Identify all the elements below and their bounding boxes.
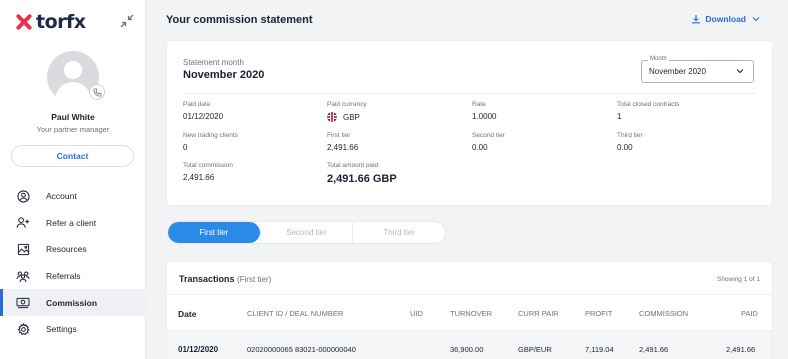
field-value: 01/12/2020: [183, 112, 224, 121]
sidebar-item-account[interactable]: Account: [0, 183, 146, 210]
transactions-count: Showing 1 of 1: [716, 276, 760, 283]
statement-month-label: Statement month: [183, 58, 244, 67]
manager-role: Your partner manager: [36, 125, 110, 134]
main-content: Your commission statement Download State…: [147, 0, 788, 359]
field-value: 0.00: [472, 143, 488, 152]
column-header-uid[interactable]: UID: [410, 309, 423, 318]
divider: [183, 93, 756, 94]
field-value: 2,491.66: [183, 173, 215, 182]
download-icon: [692, 15, 701, 24]
torfx-logo[interactable]: torfx: [15, 11, 86, 33]
sidebar: torfx Paul White Your partner manager Co…: [0, 0, 146, 359]
sidebar-item-resources[interactable]: Resources: [0, 236, 146, 263]
field-label: Rate: [472, 101, 486, 108]
month-select-value: November 2020: [649, 67, 706, 76]
cell-commission: 2,491.66: [639, 345, 669, 354]
field-label: New trading clients: [183, 132, 238, 139]
logo-x-icon: [15, 13, 33, 31]
sidebar-item-settings[interactable]: Settings: [0, 316, 146, 343]
field-value: 0: [183, 143, 188, 152]
phone-icon[interactable]: [89, 84, 105, 100]
field-value: 0.00: [617, 143, 633, 152]
field-value: 2,491.66: [327, 143, 359, 152]
paid-currency-field: Paid currency GBP: [327, 101, 367, 122]
field-label: First tier: [327, 132, 351, 139]
sidebar-item-refer-a-client[interactable]: Refer a client: [0, 210, 146, 237]
page-title: Your commission statement: [166, 14, 313, 26]
download-label: Download: [705, 14, 746, 24]
tab-third-tier[interactable]: Third tier: [352, 222, 445, 243]
month-select-legend: Month: [648, 56, 669, 62]
column-header-date[interactable]: Date: [178, 309, 196, 319]
closed-contracts-field: Total closed contracts 1: [617, 101, 680, 121]
sidebar-item-label: Referrals: [46, 271, 81, 282]
column-header-curr-pair[interactable]: CURR PAIR: [518, 309, 559, 318]
cell-client-id: 02020000065 83021-000000040: [247, 345, 356, 354]
cell-turnover: 36,900.00: [450, 345, 484, 354]
field-label: Third tier: [617, 132, 643, 139]
cell-paid: 2,491.66: [726, 345, 756, 354]
field-label: Paid date: [183, 101, 211, 108]
total-paid-field: Total amount paid 2,491.66 GBP: [327, 162, 397, 185]
cell-profit: 7,119.04: [585, 345, 614, 354]
tab-first-tier[interactable]: First tier: [168, 222, 260, 243]
user-icon: [16, 189, 30, 203]
transactions-subtitle: (First tier): [237, 275, 272, 284]
statement-card: Statement month November 2020 Month Nove…: [167, 41, 772, 205]
third-tier-field: Third tier 0.00: [617, 132, 643, 152]
chevron-down-icon: [736, 69, 744, 74]
column-header-commission[interactable]: COMMISSION: [639, 309, 688, 318]
logo-text: torfx: [36, 11, 86, 33]
field-label: Total commission: [183, 162, 233, 169]
first-tier-field: First tier 2,491.66: [327, 132, 358, 152]
cell-date: 01/12/2020: [178, 345, 219, 354]
column-header-turnover[interactable]: TURNOVER: [450, 309, 492, 318]
field-value: 1.0000: [472, 112, 497, 121]
sidebar-item-label: Commission: [46, 297, 98, 308]
field-label: Second tier: [472, 132, 505, 139]
paid-date-field: Paid date 01/12/2020: [183, 101, 223, 121]
image-icon: [16, 242, 30, 256]
add-user-icon: [16, 216, 30, 230]
field-label: Total closed contracts: [617, 101, 680, 108]
month-select[interactable]: Month November 2020: [641, 56, 754, 83]
field-value: 1: [617, 112, 622, 121]
rate-field: Rate 1.0000: [472, 101, 496, 121]
field-label: Paid currency: [327, 101, 367, 108]
contact-button[interactable]: Contact: [11, 145, 134, 167]
sidebar-nav: Account Refer a client Resources Referra…: [0, 183, 146, 343]
column-header-paid[interactable]: PAID: [741, 309, 758, 318]
total-commission-field: Total commission 2,491.66: [183, 162, 233, 182]
field-value: 2,491.66 GBP: [327, 173, 397, 185]
second-tier-field: Second tier 0.00: [472, 132, 505, 152]
chevron-down-icon: [752, 17, 760, 22]
sidebar-item-label: Resources: [46, 244, 87, 255]
transactions-title: Transactions (First tier): [179, 274, 272, 284]
field-label: Total amount paid: [327, 162, 379, 169]
users-icon: [16, 269, 30, 283]
transactions-card: Transactions (First tier) Showing 1 of 1…: [167, 262, 772, 359]
uk-flag-icon: [327, 112, 337, 122]
sidebar-item-label: Refer a client: [46, 217, 97, 228]
gear-icon: [16, 322, 30, 336]
manager-name: Paul White: [51, 112, 95, 122]
sidebar-item-commission[interactable]: Commission: [0, 289, 146, 316]
sidebar-item-label: Account: [46, 191, 77, 202]
column-header-client-id[interactable]: CLIENT ID / DEAL NUMBER: [247, 309, 343, 318]
table-row[interactable]: 01/12/2020 02020000065 83021-000000040 3…: [167, 330, 772, 359]
tier-tabs: First tier Second tier Third tier: [167, 221, 446, 244]
field-value: GBP: [343, 112, 360, 122]
cell-curr-pair: GBP/EUR: [518, 345, 552, 354]
sidebar-item-referrals[interactable]: Referrals: [0, 263, 146, 290]
download-button[interactable]: Download: [691, 14, 764, 24]
column-header-profit[interactable]: PROFIT: [585, 309, 613, 318]
statement-month-value: November 2020: [183, 69, 265, 81]
collapse-sidebar-icon[interactable]: [119, 13, 135, 29]
commission-icon: [16, 296, 30, 310]
sidebar-item-label: Settings: [46, 324, 77, 335]
tab-second-tier[interactable]: Second tier: [259, 222, 353, 243]
divider: [167, 294, 772, 295]
new-clients-field: New trading clients 0: [183, 132, 238, 152]
